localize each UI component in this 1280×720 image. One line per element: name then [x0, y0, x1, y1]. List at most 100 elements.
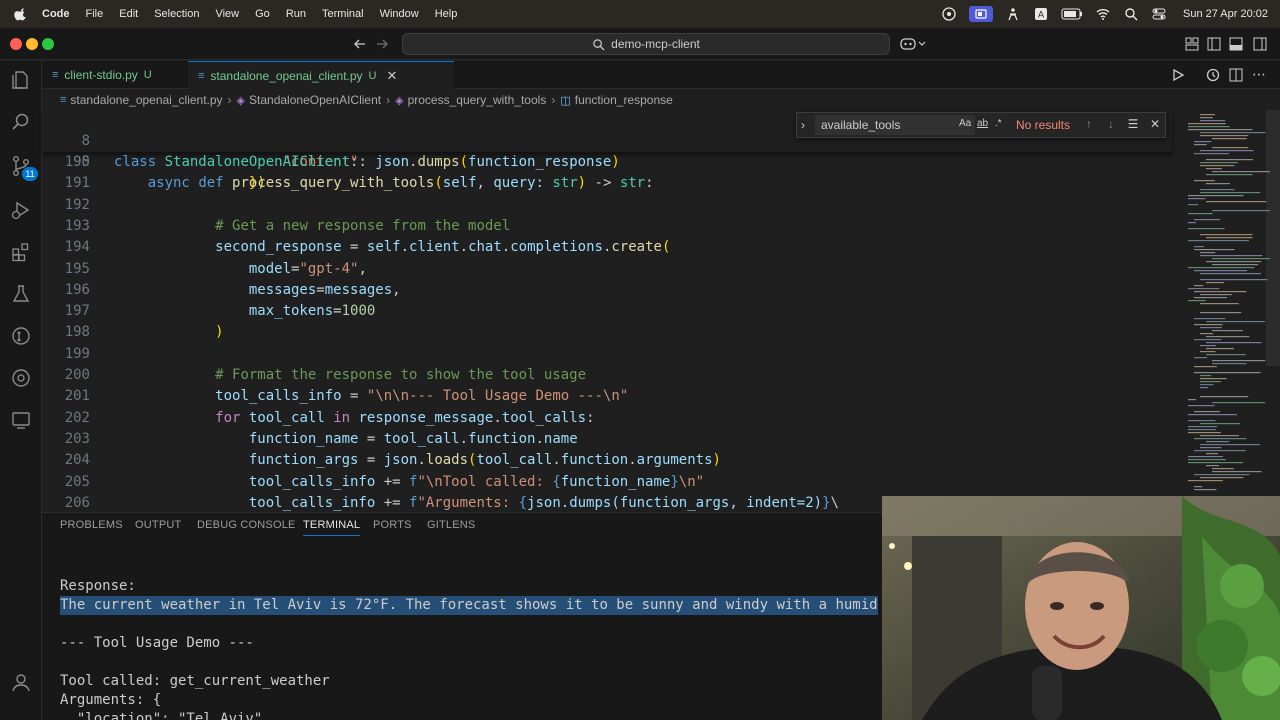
code-line[interactable]: 193 # Get a new response from the model	[42, 216, 1172, 237]
testing-flask-icon[interactable]	[10, 283, 32, 305]
open-changes-icon[interactable]	[1205, 67, 1221, 83]
next-match-arrow-icon[interactable]: ↓	[1103, 117, 1119, 133]
toggle-secondary-sidebar-icon[interactable]	[1252, 36, 1268, 52]
menu-help[interactable]: Help	[435, 8, 458, 20]
menu-window[interactable]: Window	[380, 8, 419, 20]
menu-app-code[interactable]: Code	[42, 8, 70, 20]
toggle-panel-icon[interactable]	[1228, 36, 1244, 52]
breadcrumb-class[interactable]: StandaloneOpenAIClient	[249, 93, 381, 107]
split-editor-icon[interactable]	[1228, 67, 1244, 83]
forward-arrow-icon[interactable]	[374, 36, 390, 52]
code-line[interactable]: 198 )	[42, 322, 1172, 343]
macos-menu-bar: Code File Edit Selection View Go Run Ter…	[0, 0, 1280, 28]
minimap-stroke	[1212, 330, 1243, 332]
command-center-search[interactable]: demo-mcp-client	[402, 33, 890, 55]
close-find-icon[interactable]: ✕	[1147, 117, 1163, 133]
tab-client-stdio[interactable]: ≡ client-stdio.py U	[42, 61, 188, 89]
minimap-stroke	[1194, 249, 1235, 251]
minimap-stroke	[1194, 246, 1204, 248]
customize-layout-icon[interactable]	[1184, 36, 1200, 52]
minimap[interactable]	[1178, 110, 1280, 512]
code-line[interactable]: 204 function_args = json.loads(tool_call…	[42, 450, 1172, 471]
zoom-window-button[interactable]	[42, 38, 54, 50]
code-line[interactable]: 205 tool_calls_info += f"\nTool called: …	[42, 472, 1172, 493]
tab-terminal[interactable]: TERMINAL	[303, 519, 361, 536]
menu-terminal[interactable]: Terminal	[322, 8, 364, 20]
extensions-icon[interactable]	[10, 241, 32, 263]
minimap-stroke	[1200, 345, 1216, 347]
screen-record-icon[interactable]	[968, 6, 993, 22]
line-number: 201	[64, 388, 90, 405]
menu-run[interactable]: Run	[286, 8, 306, 20]
apple-logo-icon[interactable]	[14, 7, 28, 21]
copilot-icon[interactable]	[900, 36, 926, 52]
gitlens-icon[interactable]	[10, 325, 32, 347]
code-line[interactable]: 195 model="gpt-4",	[42, 259, 1172, 280]
code-line[interactable]: 199	[42, 344, 1172, 365]
minimap-stroke	[1200, 252, 1216, 254]
breadcrumb-file[interactable]: standalone_openai_client.py	[70, 93, 222, 107]
code-text: model="gpt-4",	[248, 260, 367, 277]
menu-go[interactable]: Go	[255, 8, 270, 20]
accounts-icon[interactable]	[10, 671, 32, 693]
breadcrumb-method[interactable]: process_query_with_tools	[408, 93, 547, 107]
match-case-toggle[interactable]: Aa	[959, 118, 971, 129]
code-line[interactable]: 197 max_tokens=1000	[42, 301, 1172, 322]
menu-view[interactable]: View	[215, 8, 239, 20]
code-line[interactable]: 202 for tool_call in response_message.to…	[42, 408, 1172, 429]
remote-explorer-icon[interactable]	[10, 367, 32, 389]
menu-selection[interactable]: Selection	[154, 8, 199, 20]
webcam-overlay	[882, 496, 1280, 720]
tab-debug-console[interactable]: DEBUG CONSOLE	[197, 519, 296, 531]
window-title-bar: demo-mcp-client	[0, 28, 1280, 60]
minimap-scroll-slider[interactable]	[1266, 110, 1280, 366]
breadcrumb-variable[interactable]: function_response	[575, 93, 673, 107]
tab-standalone-openai-client[interactable]: ≡ standalone_openai_client.py U ✕	[188, 61, 454, 90]
more-actions-icon[interactable]: ⋯	[1252, 67, 1268, 83]
code-line[interactable]: 201 tool_calls_info = "\n\n--- Tool Usag…	[42, 386, 1172, 407]
close-window-button[interactable]	[10, 38, 22, 50]
code-text: # Format the response to show the tool u…	[215, 367, 587, 383]
close-tab-icon[interactable]: ✕	[387, 68, 398, 84]
search-icon[interactable]	[1123, 7, 1139, 21]
menu-edit[interactable]: Edit	[119, 8, 138, 20]
minimize-window-button[interactable]	[26, 38, 38, 50]
terminal-line: "location": "Tel Aviv"	[60, 711, 263, 720]
minimap-stroke	[1200, 189, 1235, 191]
remote-terminal-icon[interactable]	[10, 409, 32, 431]
battery-icon[interactable]	[1061, 7, 1083, 21]
toggle-replace-chevron-icon[interactable]: ›	[801, 118, 805, 132]
code-line[interactable]: 200 # Format the response to show the to…	[42, 365, 1172, 386]
minimap-stroke	[1212, 171, 1270, 173]
find-input[interactable]: available_tools	[815, 115, 975, 135]
run-debug-icon[interactable]	[10, 199, 32, 221]
code-line[interactable]: 194 second_response = self.client.chat.c…	[42, 237, 1172, 258]
menu-file[interactable]: File	[86, 8, 104, 20]
wifi-icon[interactable]	[1095, 7, 1111, 21]
privacy-icon[interactable]	[941, 7, 957, 21]
find-in-selection-icon[interactable]: ☰	[1125, 117, 1141, 133]
tab-output[interactable]: OUTPUT	[135, 519, 181, 531]
minimap-stroke	[1206, 348, 1235, 350]
run-python-file-icon[interactable]	[1170, 67, 1186, 83]
whole-word-toggle[interactable]: ab	[977, 118, 988, 129]
back-arrow-icon[interactable]	[352, 36, 368, 52]
control-center-icon[interactable]	[1151, 7, 1167, 21]
minimap-stroke	[1206, 174, 1253, 176]
menubar-clock[interactable]: Sun 27 Apr 20:02	[1183, 8, 1268, 20]
code-text: tool_calls_info += f"\nTool called: {fun…	[248, 473, 705, 490]
search-icon[interactable]	[10, 111, 32, 133]
code-line[interactable]: 196 messages=messages,	[42, 280, 1172, 301]
input-source-icon[interactable]: A	[1033, 7, 1049, 21]
tab-ports[interactable]: PORTS	[373, 519, 412, 531]
toggle-primary-sidebar-icon[interactable]	[1206, 36, 1222, 52]
explorer-icon[interactable]	[10, 69, 32, 91]
minimap-stroke	[1188, 405, 1215, 407]
tab-gitlens[interactable]: GITLENS	[427, 519, 475, 531]
tab-problems[interactable]: PROBLEMS	[60, 519, 123, 531]
figure-icon[interactable]	[1005, 7, 1021, 21]
code-line[interactable]: 203 function_name = tool_call.function.n…	[42, 429, 1172, 450]
code-line[interactable]: 192	[42, 195, 1172, 216]
regex-toggle[interactable]: .*	[995, 118, 1002, 129]
previous-match-arrow-icon[interactable]: ↑	[1081, 117, 1097, 133]
